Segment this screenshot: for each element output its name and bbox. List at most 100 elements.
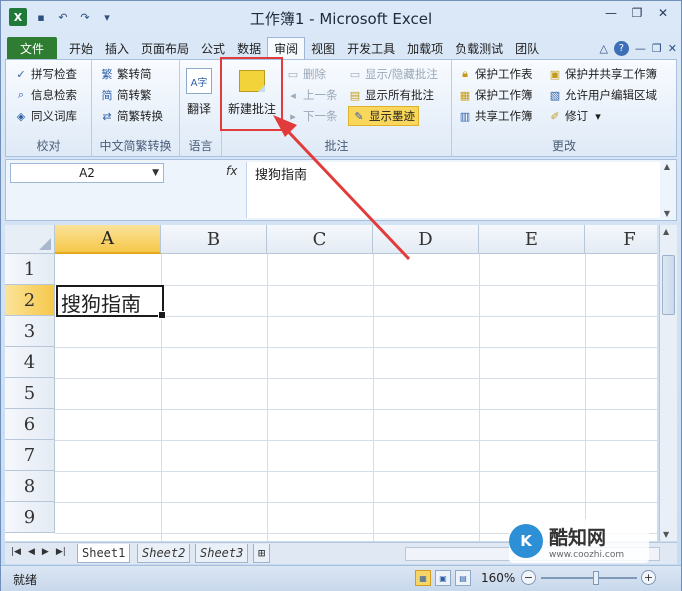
track-changes-icon: ✐	[550, 109, 560, 123]
track-changes-button[interactable]: ✐ 修订 ▾	[548, 106, 605, 126]
insert-sheet-icon[interactable]: ⊞	[253, 544, 271, 563]
grid-line	[55, 502, 657, 503]
formula-input[interactable]: 搜狗指南	[246, 162, 660, 218]
show-ink-icon: ✎	[354, 109, 364, 123]
tab-team[interactable]: 团队	[509, 37, 545, 59]
prev-sheet-icon[interactable]: ◀	[28, 547, 35, 557]
formula-scroll[interactable]: ▲ ▼	[660, 162, 674, 218]
scroll-up-icon[interactable]: ▲	[663, 227, 669, 236]
to-simplified-button[interactable]: 繁 繁转简	[100, 64, 152, 84]
row-header[interactable]: 5	[5, 378, 55, 409]
tab-formulas[interactable]: 公式	[195, 37, 231, 59]
insert-function-icon[interactable]: fx	[226, 164, 237, 178]
formula-bar: A2 ▼ fx 搜狗指南 ▲ ▼	[5, 159, 677, 221]
tab-page-layout[interactable]: 页面布局	[135, 37, 195, 59]
restore-icon[interactable]: ❐	[625, 4, 649, 22]
tab-view[interactable]: 视图	[305, 37, 341, 59]
row-header[interactable]: 9	[5, 502, 55, 533]
thesaurus-button[interactable]: ◈ 同义词库	[14, 106, 77, 126]
ribbon-tabs: 文件 开始 插入 页面布局 公式 数据 审阅 视图 开发工具 加载项 负载测试 …	[7, 35, 677, 59]
window-title: 工作簿1 - Microsoft Excel	[249, 10, 433, 28]
status-ready: 就绪	[13, 573, 38, 587]
share-workbook-button[interactable]: ▥ 共享工作簿	[458, 106, 533, 126]
column-header[interactable]: C	[267, 225, 373, 254]
row-header[interactable]: 3	[5, 316, 55, 347]
show-hide-comment-button[interactable]: ▭ 显示/隐藏批注	[348, 64, 438, 84]
tab-addins[interactable]: 加载项	[401, 37, 449, 59]
scroll-up-icon[interactable]: ▲	[664, 162, 670, 171]
last-sheet-icon[interactable]: ▶|	[56, 547, 66, 557]
tab-insert[interactable]: 插入	[99, 37, 135, 59]
zoom-out-icon[interactable]: −	[521, 570, 536, 585]
track-changes-dropdown-icon: ▾	[595, 109, 601, 123]
select-all-corner[interactable]	[5, 225, 55, 254]
row-header[interactable]: 4	[5, 347, 55, 378]
normal-view-icon[interactable]: ▦	[415, 570, 431, 586]
protect-sheet-button[interactable]: 🔒︎ 保护工作表	[458, 64, 532, 84]
protect-sheet-icon: 🔒︎	[462, 67, 468, 80]
scroll-thumb[interactable]	[662, 255, 675, 315]
tab-developer[interactable]: 开发工具	[341, 37, 401, 59]
doc-minimize-icon[interactable]: —	[635, 42, 646, 55]
next-sheet-icon[interactable]: ▶	[42, 547, 49, 557]
protect-workbook-button[interactable]: ▦ 保护工作簿	[458, 85, 533, 105]
active-cell-a2[interactable]: 搜狗指南	[56, 285, 166, 319]
group-language: A字 翻译 语言	[180, 60, 222, 156]
to-traditional-button[interactable]: 简 简转繁	[100, 85, 152, 105]
doc-close-icon[interactable]: ✕	[668, 42, 677, 55]
group-label-language: 语言	[188, 139, 213, 153]
column-header[interactable]: A	[55, 225, 161, 254]
close-icon[interactable]: ✕	[651, 4, 675, 22]
row-header[interactable]: 6	[5, 409, 55, 440]
name-box[interactable]: A2 ▼	[10, 163, 164, 183]
delete-comment-button[interactable]: ▭ 删除	[286, 64, 326, 84]
show-ink-button[interactable]: ✎ 显示墨迹	[348, 106, 419, 126]
minimize-icon[interactable]: —	[599, 4, 623, 22]
row-header[interactable]: 7	[5, 440, 55, 471]
translate-button[interactable]: A字 翻译	[186, 68, 212, 117]
column-header[interactable]: E	[479, 225, 585, 254]
group-label-proofing: 校对	[36, 139, 61, 153]
vertical-scrollbar[interactable]: ▲ ▼	[659, 225, 677, 541]
spell-check-button[interactable]: ✓ 拼写检查	[14, 64, 77, 84]
column-header[interactable]: F	[585, 225, 657, 254]
chinese-convert-button[interactable]: ⇄ 简繁转换	[100, 106, 163, 126]
tab-review[interactable]: 审阅	[267, 37, 306, 59]
grid-line	[267, 254, 268, 541]
tab-data[interactable]: 数据	[231, 37, 267, 59]
row-header[interactable]: 8	[5, 471, 55, 502]
tab-file[interactable]: 文件	[7, 37, 57, 59]
protect-share-workbook-button[interactable]: ▣ 保护并共享工作簿	[548, 64, 657, 84]
scroll-down-icon[interactable]: ▼	[663, 530, 669, 539]
zoom-in-icon[interactable]: +	[641, 570, 656, 585]
zoom-level[interactable]: 160%	[481, 571, 515, 585]
research-button[interactable]: ⌕ 信息检索	[14, 85, 77, 105]
page-break-view-icon[interactable]: ▤	[455, 570, 471, 586]
page-layout-view-icon[interactable]: ▣	[435, 570, 451, 586]
row-header[interactable]: 2	[5, 285, 55, 316]
next-comment-button[interactable]: ▸ 下一条	[286, 106, 337, 126]
row-header[interactable]: 1	[5, 254, 55, 285]
show-all-comments-button[interactable]: ▤ 显示所有批注	[348, 85, 434, 105]
first-sheet-icon[interactable]: |◀	[11, 547, 21, 557]
watermark-name: 酷知网	[549, 526, 607, 549]
title-bar: X ▪ ↶ ↷ ▾ 工作簿1 - Microsoft Excel — ❐ ✕	[1, 1, 681, 35]
status-bar: 就绪 ▦ ▣ ▤ 160% − +	[1, 565, 681, 591]
column-header[interactable]: D	[373, 225, 479, 254]
sheet-tab-3[interactable]: Sheet3	[195, 544, 249, 563]
tab-home[interactable]: 开始	[63, 37, 99, 59]
zoom-slider-track[interactable]	[541, 577, 637, 579]
zoom-slider-thumb[interactable]	[593, 571, 599, 585]
name-box-dropdown-icon[interactable]: ▼	[152, 168, 159, 178]
sheet-tab-2[interactable]: Sheet2	[137, 544, 191, 563]
allow-edit-ranges-button[interactable]: ▧ 允许用户编辑区域	[548, 85, 657, 105]
previous-comment-button[interactable]: ◂ 上一条	[286, 85, 337, 105]
sheet-tab-1[interactable]: Sheet1	[77, 544, 131, 563]
ribbon-minimize-icon[interactable]: △	[599, 42, 607, 55]
scroll-down-icon[interactable]: ▼	[664, 209, 670, 218]
help-icon[interactable]: ?	[613, 40, 629, 56]
doc-restore-icon[interactable]: ❐	[652, 42, 662, 55]
excel-window: X ▪ ↶ ↷ ▾ 工作簿1 - Microsoft Excel — ❐ ✕ 文…	[0, 0, 682, 591]
tab-load-test[interactable]: 负载测试	[449, 37, 509, 59]
column-header[interactable]: B	[161, 225, 267, 254]
